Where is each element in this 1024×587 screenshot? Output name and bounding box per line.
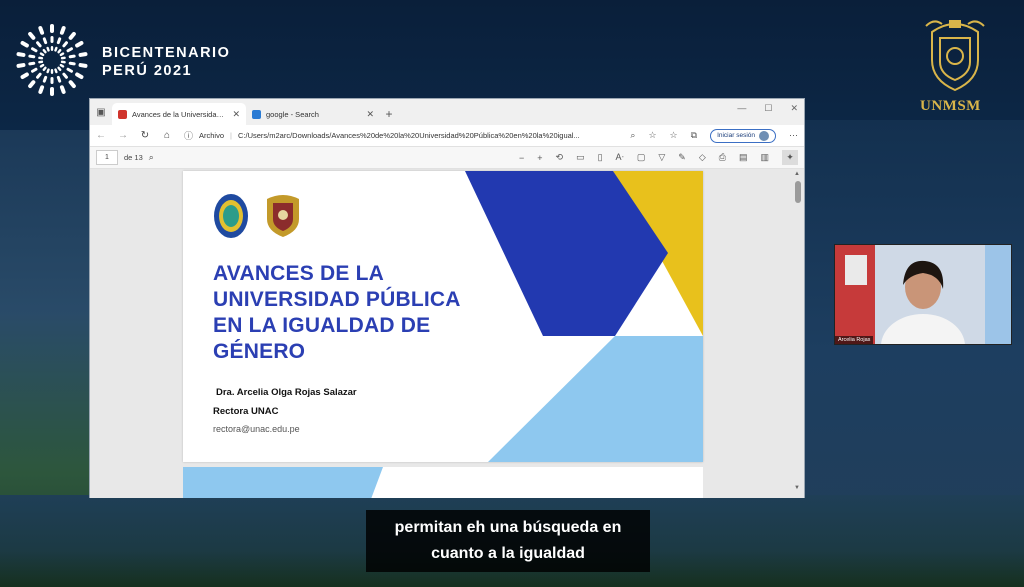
pdf-page-2 xyxy=(183,467,703,498)
minimize-icon[interactable]: — xyxy=(737,103,746,114)
page-view-icon[interactable]: ▯ xyxy=(598,152,603,163)
slide-2-decoration xyxy=(183,467,383,498)
scroll-thumb[interactable] xyxy=(795,181,801,203)
read-aloud-icon[interactable]: ☆ xyxy=(648,130,656,141)
tab-pdf[interactable]: Avances de la Universidad Públic ✕ xyxy=(112,103,246,125)
fit-page-icon[interactable]: ▭ xyxy=(576,152,585,163)
pdf-scrollbar[interactable]: ▲ ▼ xyxy=(794,171,802,491)
window-controls: — ☐ ✕ xyxy=(737,103,798,114)
caption-line-2: cuanto a la igualdad xyxy=(431,545,585,562)
webcam-video xyxy=(835,245,1011,344)
close-tab-icon[interactable]: ✕ xyxy=(366,109,374,120)
new-tab-button[interactable]: + xyxy=(380,103,398,125)
read-aloud-icon[interactable]: Aᐧ xyxy=(616,152,624,163)
zoom-icon[interactable]: ⌕ xyxy=(630,130,635,141)
unac-logo-icon xyxy=(214,194,248,238)
pdf-viewer[interactable]: AVANCES DE LA UNIVERSIDAD PÚBLICA EN LA … xyxy=(90,169,804,498)
address-bar: ← → ↻ ⌂ ⓘ Archivo | C:/Users/m2arc/Downl… xyxy=(90,125,804,147)
close-window-icon[interactable]: ✕ xyxy=(790,103,798,114)
bicentenario-text: BICENTENARIO PERÚ 2021 xyxy=(102,44,230,80)
pdf-favicon-icon xyxy=(118,109,127,119)
more-icon[interactable]: ⋯ xyxy=(789,130,798,141)
forward-icon[interactable]: → xyxy=(118,130,128,141)
pdf-tools: − + ⟲ ▭ ▯ Aᐧ ▢ ▽ ✎ ◇ ⎙ ▤ ▥ ✦ xyxy=(519,150,798,165)
tab-title: Avances de la Universidad Públic xyxy=(132,109,228,119)
maximize-icon[interactable]: ☐ xyxy=(764,103,772,114)
tab-title: google - Search xyxy=(266,109,319,119)
print-icon[interactable]: ⎙ xyxy=(719,152,726,163)
participant-name: Arcelia Rojas xyxy=(835,336,874,344)
caption-box: permitan eh una búsqueda en cuanto a la … xyxy=(366,510,650,572)
unmsm-label: UNMSM xyxy=(920,98,981,114)
pdf-page-1: AVANCES DE LA UNIVERSIDAD PÚBLICA EN LA … xyxy=(183,171,703,462)
page-number-input[interactable]: 1 xyxy=(96,150,118,165)
page-total: de 13 xyxy=(124,153,143,162)
signin-label: Iniciar sesión xyxy=(717,132,755,139)
tab-bar: ▣ Avances de la Universidad Públic ✕ goo… xyxy=(90,99,804,125)
slide-email: rectora@unac.edu.pe xyxy=(213,424,300,434)
collections-icon[interactable]: ⧉ xyxy=(691,130,697,141)
back-icon[interactable]: ← xyxy=(96,130,106,141)
brand-line-1: BICENTENARIO xyxy=(102,45,231,61)
draw-icon[interactable]: ✎ xyxy=(678,152,686,163)
pin-toolbar-icon[interactable]: ✦ xyxy=(782,150,798,165)
browser-window: ▣ Avances de la Universidad Públic ✕ goo… xyxy=(89,98,805,498)
zoom-in-icon[interactable]: + xyxy=(537,153,542,163)
bicentenario-logo-icon xyxy=(16,24,88,96)
close-tab-icon[interactable]: ✕ xyxy=(232,109,240,120)
search-icon[interactable]: ⌕ xyxy=(149,152,154,163)
slide-author: Dra. Arcelia Olga Rojas Salazar xyxy=(216,387,357,398)
caption-line-1: permitan eh una búsqueda en xyxy=(394,519,622,536)
rotate-icon[interactable]: ⟲ xyxy=(556,152,564,163)
immersive-reader-icon[interactable]: ▢ xyxy=(637,152,646,163)
tab-google[interactable]: google - Search ✕ xyxy=(246,103,380,125)
zoom-out-icon[interactable]: − xyxy=(519,153,524,163)
save-icon[interactable]: ▤ xyxy=(739,152,748,163)
refresh-icon[interactable]: ↻ xyxy=(140,130,150,141)
pdf-toolbar: 1 de 13 ⌕ − + ⟲ ▭ ▯ Aᐧ ▢ ▽ ✎ ◇ ⎙ ▤ ▥ ✦ xyxy=(90,147,804,169)
favorites-icon[interactable]: ☆ xyxy=(670,130,678,141)
save-as-icon[interactable]: ▥ xyxy=(760,152,769,163)
home-icon[interactable]: ⌂ xyxy=(162,130,172,141)
slide-role: Rectora UNAC xyxy=(213,406,279,417)
unmsm-slide-logo-icon xyxy=(267,195,299,237)
url-text: C:/Users/m2arc/Downloads/Avances%20de%20… xyxy=(237,131,580,140)
avatar-icon xyxy=(759,130,769,141)
file-label: Archivo xyxy=(199,131,225,140)
url-field[interactable]: ⓘ Archivo | C:/Users/m2arc/Downloads/Ava… xyxy=(184,129,618,142)
tab-actions-icon[interactable]: ▣ xyxy=(90,99,112,125)
highlight-icon[interactable]: ▽ xyxy=(658,152,665,163)
bing-favicon-icon xyxy=(252,109,261,119)
brand-line-2: PERÚ 2021 xyxy=(102,63,193,79)
unmsm-seal-icon xyxy=(925,20,985,92)
erase-icon[interactable]: ◇ xyxy=(699,152,706,163)
webcam-feed: Arcelia Rojas xyxy=(834,244,1012,345)
url-separator: | xyxy=(230,131,232,140)
scroll-up-icon[interactable]: ▲ xyxy=(794,171,800,177)
address-icons: ⌕ ☆ ☆ ⧉ Iniciar sesión ⋯ xyxy=(630,128,798,143)
info-icon[interactable]: ⓘ xyxy=(184,129,193,142)
slide-title: AVANCES DE LA UNIVERSIDAD PÚBLICA EN LA … xyxy=(213,262,460,363)
scroll-down-icon[interactable]: ▼ xyxy=(794,485,800,491)
signin-button[interactable]: Iniciar sesión xyxy=(710,128,776,143)
